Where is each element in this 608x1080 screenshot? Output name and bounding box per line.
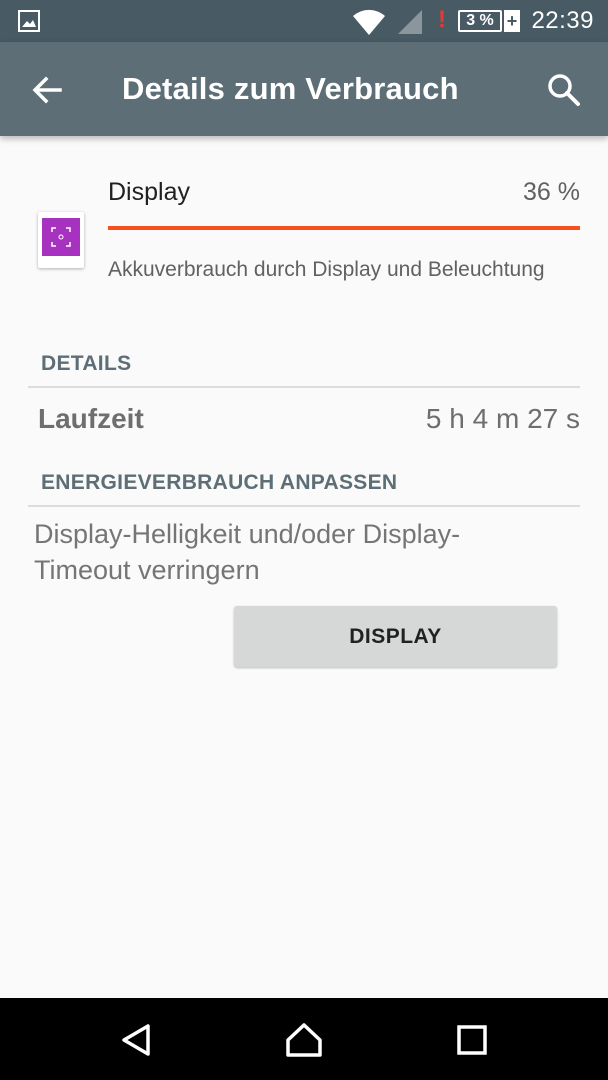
battery-level: 3 %	[466, 12, 494, 29]
focus-frame-icon	[51, 227, 71, 247]
runtime-label: Laufzeit	[38, 403, 144, 434]
display-settings-button[interactable]: DISPLAY	[234, 606, 557, 667]
usage-progress-bar	[108, 226, 580, 230]
usage-item-description: Akkuverbrauch durch Display und Beleucht…	[108, 258, 545, 281]
screen: ! 3 % + 22:39 Details zum Verbrauch Disp…	[0, 0, 608, 1080]
image-notification-icon	[18, 10, 40, 32]
battery-charging-plus: +	[504, 10, 520, 32]
alert-indicator: !	[438, 6, 446, 33]
usage-progress-fill	[108, 226, 580, 230]
search-icon[interactable]	[544, 70, 584, 110]
adjust-hint-text: Display-Helligkeit und/oder Display-Time…	[34, 519, 461, 585]
usage-item-title: Display	[108, 178, 190, 206]
runtime-value: 5 h 4 m 27 s	[425, 403, 580, 434]
status-clock: 22:39	[531, 7, 594, 34]
usage-item-percent: 36 %	[523, 178, 580, 206]
adjust-divider	[28, 505, 580, 507]
cell-signal-icon	[398, 10, 422, 34]
nav-home-icon[interactable]	[282, 1018, 326, 1062]
details-section-header: DETAILS	[41, 352, 132, 375]
details-divider	[28, 386, 580, 388]
adjust-section-header: ENERGIEVERBRAUCH ANPASSEN	[41, 471, 398, 494]
app-bar: Details zum Verbrauch	[0, 42, 608, 136]
nav-back-icon[interactable]	[114, 1018, 158, 1062]
nav-recents-icon[interactable]	[450, 1018, 494, 1062]
display-app-icon	[38, 212, 84, 268]
arrow-back-icon[interactable]	[28, 70, 68, 110]
display-icon-fill	[42, 218, 80, 256]
page-title: Details zum Verbrauch	[122, 71, 459, 106]
battery-icon: 3 %	[458, 10, 502, 32]
navigation-bar	[0, 998, 608, 1080]
status-bar: ! 3 % + 22:39	[0, 0, 608, 42]
wifi-icon	[353, 9, 385, 36]
